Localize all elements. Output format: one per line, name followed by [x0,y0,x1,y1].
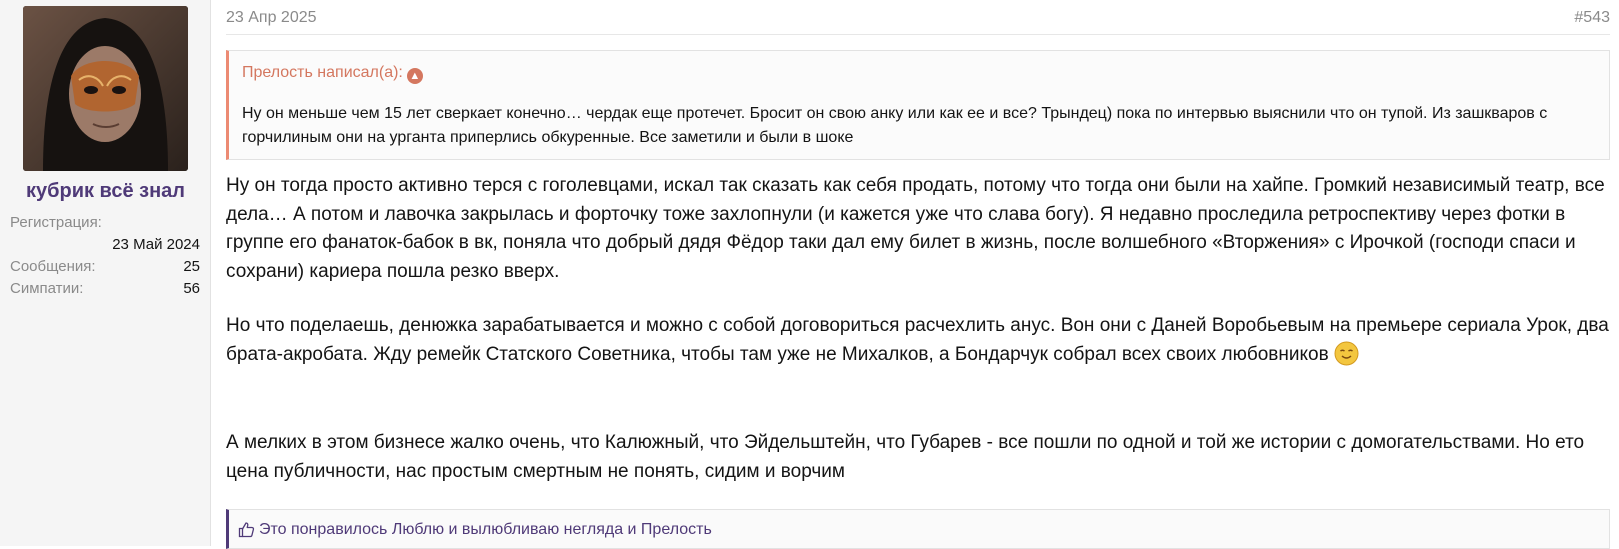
quote-arrow-up-icon[interactable]: ▲ [406,68,423,84]
quote-author-line[interactable]: Прелость написал(а): ▲ [242,64,423,84]
likes-text[interactable]: Это понравилось Люблю и вылюбливаю негля… [259,521,712,539]
stat-label-registration: Регистрация: [10,214,102,231]
author-sidebar: кубрик всё знал Регистрация: 23 Май 2024… [0,0,211,546]
likes-bar: Это понравилось Люблю и вылюбливаю негля… [226,509,1610,549]
post-number-link[interactable]: #543 [1574,9,1610,27]
stat-label-messages: Сообщения: [10,258,96,275]
avatar[interactable] [23,6,188,171]
author-username[interactable]: кубрик всё знал [0,180,211,203]
thumbs-up-icon [238,521,255,538]
quote-text: Ну он меньше чем 15 лет сверкает конечно… [242,105,1548,146]
stat-value-messages: 25 [183,258,200,275]
quote-author-text[interactable]: Прелость написал(а): [242,64,403,81]
post-paragraph-2-text: Но что поделаешь, денюжка зарабатывается… [226,315,1609,365]
post-paragraph-2: Но что поделаешь, денюжка зарабатывается… [226,312,1610,369]
post-date[interactable]: 23 Апр 2025 [226,9,317,27]
smiley-icon [1334,341,1359,366]
post-paragraph-3: А мелких в этом бизнесе жалко очень, что… [226,432,1585,482]
stat-label-likes: Симпатии: [10,280,84,297]
post-header: 23 Апр 2025 #543 [226,6,1610,35]
stat-value-registration: 23 Май 2024 [112,236,200,253]
stat-value-likes: 56 [183,280,200,297]
quote-block: Прелость написал(а): ▲ Ну он меньше чем 1… [226,50,1610,160]
post-paragraph-1: Ну он тогда просто активно терся с гогол… [226,175,1605,282]
